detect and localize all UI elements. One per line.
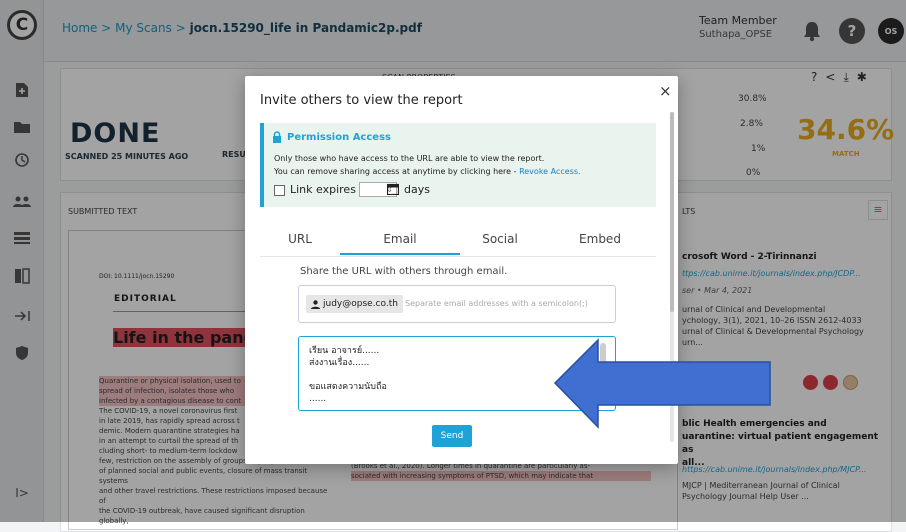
tab-social[interactable]: Social bbox=[460, 232, 540, 246]
close-icon[interactable]: × bbox=[659, 82, 672, 100]
email-field[interactable]: judy@opse.co.th Separate email addresses… bbox=[298, 285, 616, 323]
tab-url[interactable]: URL bbox=[260, 232, 340, 246]
revoke-access-link[interactable]: Revoke Access. bbox=[519, 167, 581, 176]
permission-text: Only those who have access to the URL ar… bbox=[274, 154, 581, 176]
email-chip[interactable]: judy@opse.co.th bbox=[306, 295, 403, 313]
message-textarea[interactable]: เรียน อาจารย์...... ส่งงานเรื่อง...... ข… bbox=[298, 336, 616, 411]
permission-box: Permission Access Only those who have ac… bbox=[260, 123, 656, 207]
send-button[interactable]: Send bbox=[432, 425, 472, 447]
person-icon bbox=[311, 299, 320, 309]
message-text: เรียน อาจารย์...... ส่งงานเรื่อง...... ข… bbox=[309, 346, 387, 404]
tab-embed[interactable]: Embed bbox=[560, 232, 640, 246]
active-tab-indicator bbox=[340, 253, 460, 255]
tab-email[interactable]: Email bbox=[360, 232, 440, 246]
email-placeholder: Separate email addresses with a semicolo… bbox=[405, 299, 588, 308]
modal-scrollbar-thumb[interactable] bbox=[670, 112, 674, 312]
permission-title: Permission Access bbox=[272, 131, 391, 143]
lock-icon bbox=[273, 131, 281, 143]
link-expires-checkbox[interactable] bbox=[274, 185, 285, 196]
link-expires-label: Link expires in bbox=[290, 183, 370, 196]
days-label: days bbox=[404, 183, 430, 196]
textarea-scrollbar[interactable] bbox=[600, 343, 606, 363]
invite-modal: Invite others to view the report × Permi… bbox=[245, 76, 678, 464]
calendar-icon[interactable] bbox=[386, 183, 400, 198]
resize-handle-icon[interactable]: ◢ bbox=[602, 397, 608, 406]
modal-title: Invite others to view the report bbox=[260, 93, 463, 108]
share-instructions: Share the URL with others through email. bbox=[300, 266, 508, 277]
tab-divider bbox=[260, 256, 656, 257]
